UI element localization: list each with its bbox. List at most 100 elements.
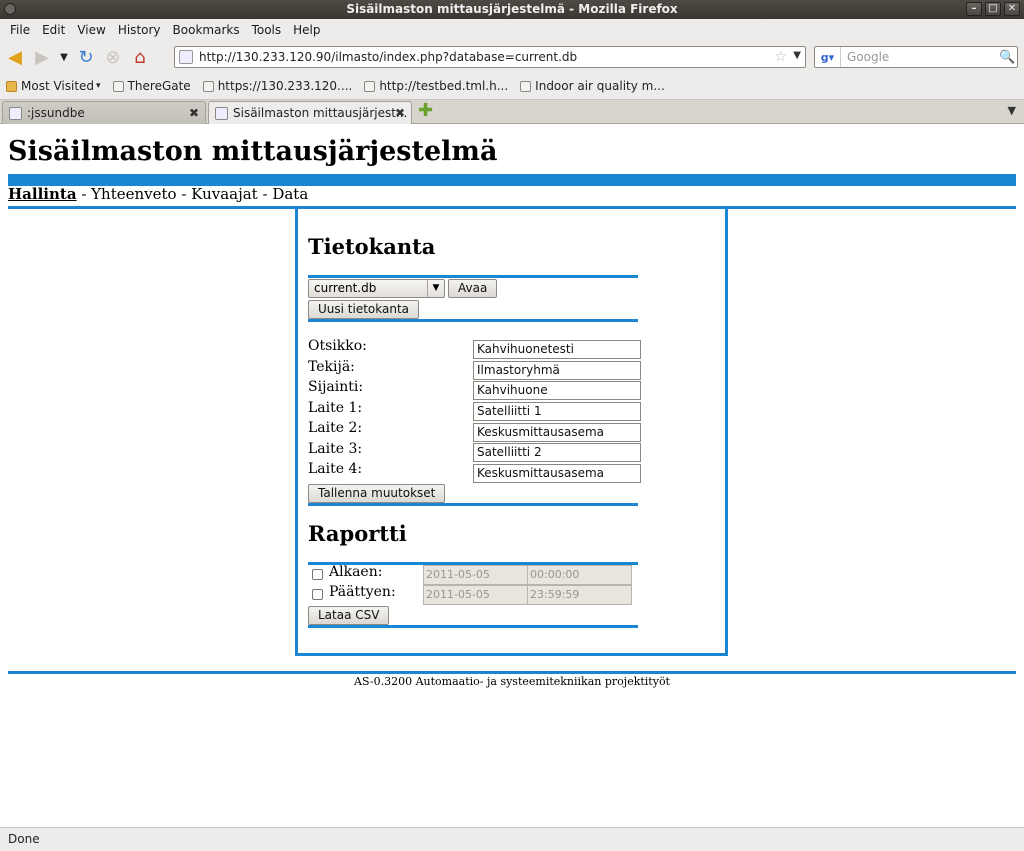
- field-label-laite3: Laite 3:: [308, 441, 363, 457]
- tab-favicon-icon: [215, 106, 228, 120]
- bookmark-label: http://testbed.tml.h...: [379, 79, 509, 93]
- window-title: Sisäilmaston mittausjärjestelmä - Mozill…: [346, 2, 678, 16]
- bookmark-testbed[interactable]: http://testbed.tml.h...: [364, 79, 508, 93]
- maximize-icon[interactable]: □: [985, 2, 1001, 16]
- tab-favicon-icon: [9, 106, 22, 120]
- menu-edit[interactable]: Edit: [36, 23, 71, 37]
- page-icon: [202, 80, 214, 92]
- page-icon: [112, 80, 124, 92]
- site-favicon-icon: [179, 50, 193, 64]
- search-bar[interactable]: g▾ Google 🔍: [814, 46, 1018, 68]
- url-bar[interactable]: http://130.233.120.90/ilmasto/index.php?…: [174, 46, 806, 68]
- page-footer: AS-0.3200 Automaatio- ja systeemitekniik…: [354, 675, 670, 688]
- menu-help[interactable]: Help: [287, 23, 326, 37]
- tab-sisailmasto[interactable]: Sisäilmaston mittausjärjest... ✖: [208, 101, 412, 124]
- nav-kuvaajat[interactable]: Kuvaajat: [191, 185, 258, 203]
- nav-data[interactable]: Data: [272, 185, 308, 203]
- menu-file[interactable]: File: [4, 23, 36, 37]
- start-date-input[interactable]: 2011-05-05: [423, 565, 528, 585]
- start-checkbox[interactable]: [312, 569, 323, 580]
- search-icon[interactable]: 🔍: [999, 50, 1017, 65]
- menu-bookmarks[interactable]: Bookmarks: [167, 23, 246, 37]
- close-tab-icon[interactable]: ✖: [189, 106, 199, 120]
- bookmark-label: https://130.233.120....: [217, 79, 353, 93]
- tekija-input[interactable]: Ilmastoryhmä: [473, 361, 641, 380]
- window-titlebar: Sisäilmaston mittausjärjestelmä - Mozill…: [0, 0, 1024, 19]
- tab-label: :jssundbe: [27, 106, 85, 120]
- nav-yhteenveto[interactable]: Yhteenveto: [91, 185, 176, 203]
- save-changes-button[interactable]: Tallenna muutokset: [308, 484, 446, 503]
- database-select[interactable]: current.db ▼: [308, 279, 445, 298]
- start-label: Alkaen:: [329, 564, 383, 580]
- field-label-laite4: Laite 4:: [308, 461, 363, 477]
- bookmarks-toolbar: Most Visited ▾ ThereGate https://130.233…: [0, 73, 1024, 100]
- url-text: http://130.233.120.90/ilmasto/index.php?…: [199, 50, 578, 64]
- new-database-button[interactable]: Uusi tietokanta: [308, 300, 420, 319]
- page-icon: [520, 80, 532, 92]
- search-engine-icon[interactable]: g▾: [815, 47, 841, 67]
- bookmark-https[interactable]: https://130.233.120....: [202, 79, 353, 93]
- divider: [308, 503, 638, 506]
- bookmark-label: Indoor air quality m...: [535, 79, 665, 93]
- tab-label: Sisäilmaston mittausjärjest...: [233, 106, 408, 120]
- field-label-laite2: Laite 2:: [308, 420, 363, 436]
- folder-icon: [6, 80, 17, 92]
- bookmark-label: ThereGate: [127, 79, 191, 93]
- laite3-input[interactable]: Satelliitti 2: [473, 443, 641, 462]
- laite1-input[interactable]: Satelliitti 1: [473, 402, 641, 421]
- bookmark-theregate[interactable]: ThereGate: [112, 79, 191, 93]
- bookmark-star-icon[interactable]: ☆: [774, 49, 787, 65]
- navigation-toolbar: ◀ ▶ ▼ ↻ ⊗ ⌂ http://130.233.120.90/ilmast…: [0, 41, 1024, 73]
- menu-history[interactable]: History: [112, 23, 167, 37]
- divider: [308, 275, 638, 278]
- history-dropdown-icon[interactable]: ▼: [57, 45, 71, 69]
- laite4-input[interactable]: Keskusmittausasema: [473, 464, 641, 483]
- otsikko-input[interactable]: Kahvihuonetesti: [473, 340, 641, 359]
- back-icon[interactable]: ◀: [3, 45, 27, 69]
- bookmark-indoor-air[interactable]: Indoor air quality m...: [520, 79, 665, 93]
- home-icon[interactable]: ⌂: [128, 45, 152, 69]
- field-label-sijainti: Sijainti:: [308, 379, 364, 395]
- start-time-input[interactable]: 00:00:00: [527, 565, 632, 585]
- tab-list-chevron-icon[interactable]: ▼: [1008, 104, 1016, 117]
- new-tab-icon[interactable]: ✚: [418, 102, 433, 120]
- image-icon: [364, 80, 376, 92]
- status-text: Done: [8, 832, 40, 846]
- database-heading: Tietokanta: [308, 234, 436, 259]
- end-checkbox[interactable]: [312, 589, 323, 600]
- window-menu-icon[interactable]: [4, 3, 16, 15]
- chevron-down-icon: ▾: [96, 81, 101, 91]
- menu-bar: File Edit View History Bookmarks Tools H…: [0, 19, 1024, 41]
- stop-icon[interactable]: ⊗: [101, 45, 125, 69]
- site-nav: Hallinta - Yhteenveto - Kuvaajat - Data: [8, 185, 308, 203]
- nav-hallinta[interactable]: Hallinta: [8, 185, 77, 203]
- menu-tools[interactable]: Tools: [246, 23, 288, 37]
- tab-jssundbe[interactable]: :jssundbe ✖: [2, 101, 206, 124]
- minimize-icon[interactable]: –: [966, 2, 982, 16]
- end-date-input[interactable]: 2011-05-05: [423, 585, 528, 605]
- forward-icon[interactable]: ▶: [30, 45, 54, 69]
- sijainti-input[interactable]: Kahvihuone: [473, 381, 641, 400]
- download-csv-button[interactable]: Lataa CSV: [308, 606, 390, 625]
- nav-separator: -: [176, 185, 192, 203]
- reload-icon[interactable]: ↻: [74, 45, 98, 69]
- field-label-laite1: Laite 1:: [308, 400, 363, 416]
- page-title: Sisäilmaston mittausjärjestelmä: [8, 136, 498, 167]
- database-select-value: current.db: [314, 281, 377, 295]
- bookmark-most-visited[interactable]: Most Visited ▾: [6, 79, 101, 93]
- close-window-icon[interactable]: ✕: [1004, 2, 1020, 16]
- divider: [308, 625, 638, 628]
- end-time-input[interactable]: 23:59:59: [527, 585, 632, 605]
- chevron-down-icon: ▼: [427, 280, 444, 297]
- nav-separator: -: [76, 185, 92, 203]
- url-dropdown-icon[interactable]: ▼: [793, 50, 801, 61]
- open-database-button[interactable]: Avaa: [448, 279, 498, 298]
- laite2-input[interactable]: Keskusmittausasema: [473, 423, 641, 442]
- field-label-otsikko: Otsikko:: [308, 338, 367, 354]
- search-placeholder: Google: [847, 50, 890, 64]
- end-label: Päättyen:: [329, 584, 396, 600]
- close-tab-icon[interactable]: ✖: [395, 106, 405, 120]
- field-label-tekija: Tekijä:: [308, 359, 355, 375]
- nav-separator: -: [257, 185, 273, 203]
- menu-view[interactable]: View: [71, 23, 111, 37]
